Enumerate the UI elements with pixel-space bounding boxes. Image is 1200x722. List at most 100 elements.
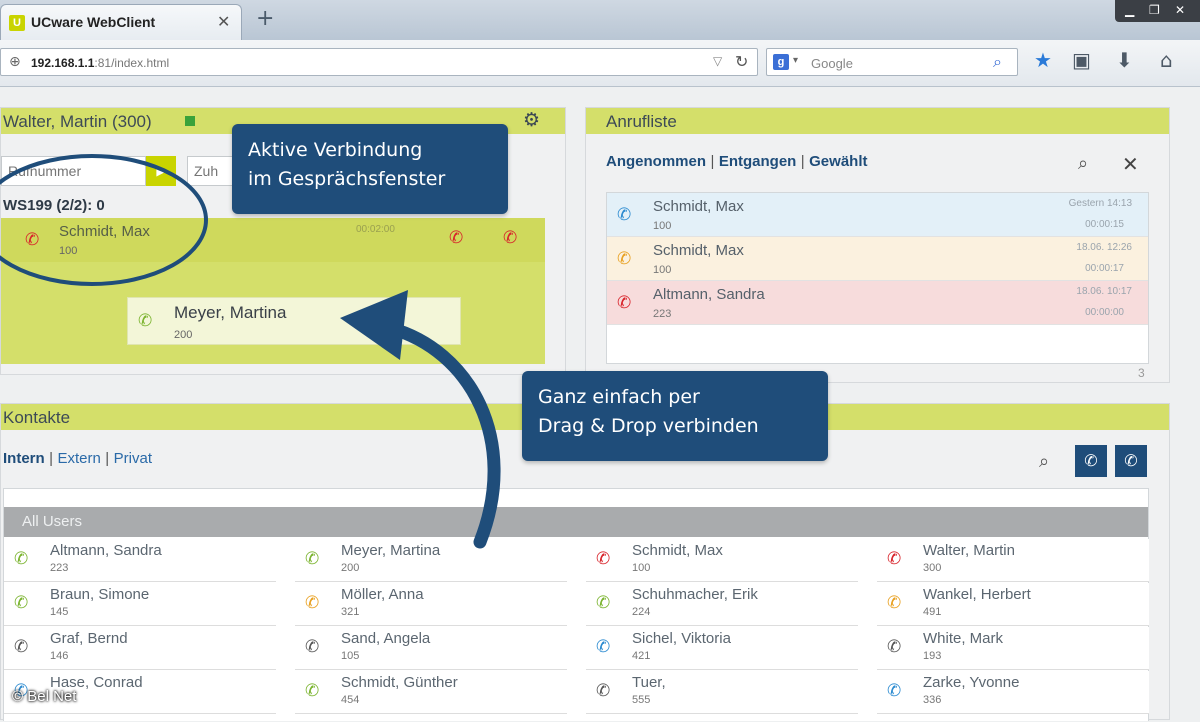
contact-name: Zarke, Yvonne [923, 674, 1020, 691]
active-call-duration: 00:02:00 [356, 224, 395, 235]
highlight-ellipse [0, 154, 208, 286]
contact-item[interactable]: ✆ Wankel, Herbert 491 [877, 583, 1149, 626]
call-log-row[interactable]: ✆ Altmann, Sandra 223 18.06. 10:17 00:00… [607, 281, 1148, 325]
contact-item[interactable]: ✆ Möller, Anna 321 [295, 583, 567, 626]
search-icon[interactable]: ⌕ [1039, 451, 1049, 472]
contact-name: Sichel, Viktoria [632, 630, 731, 647]
reload-icon[interactable]: ↻ [735, 52, 748, 71]
globe-icon: ⊕ [9, 54, 21, 70]
filter-separator: | [800, 153, 805, 170]
search-engine-dropdown-icon[interactable]: ▾ [793, 55, 798, 66]
hangup-icon[interactable]: ✆ [449, 228, 463, 248]
close-icon[interactable]: ✕ [1122, 152, 1139, 176]
bookmark-star-icon[interactable]: ★ [1034, 48, 1052, 72]
outgoing-call-icon: ✆ [617, 249, 632, 269]
presence-status-icon [185, 116, 195, 126]
contact-item[interactable]: ✆ Graf, Bernd 146 [4, 627, 276, 670]
callout-line: Drag & Drop verbinden [538, 415, 759, 437]
filter-missed[interactable]: Entgangen [719, 153, 797, 170]
log-time: 18.06. 10:17 [1076, 286, 1132, 297]
contact-name: Schmidt, Max [632, 542, 723, 559]
contact-item[interactable]: ✆ Walter, Martin 300 [877, 539, 1149, 582]
contact-number: 421 [632, 650, 651, 662]
contact-item[interactable]: ✆ Tuer, 555 [586, 671, 858, 714]
filter-extern[interactable]: Extern [57, 450, 100, 467]
close-tab-icon[interactable]: ✕ [217, 12, 230, 31]
contact-name: Braun, Simone [50, 586, 150, 603]
phone-status-icon: ✆ [887, 637, 902, 657]
search-icon[interactable]: ⌕ [1078, 153, 1088, 174]
contact-number: 146 [50, 650, 69, 662]
log-number: 223 [653, 308, 672, 320]
call-log-row[interactable]: ✆ Schmidt, Max 100 Gestern 14:13 00:00:1… [607, 193, 1148, 237]
phone-status-icon: ✆ [14, 637, 29, 657]
url-bar[interactable]: ⊕ 192.168.1.1:81/index.html ▽ ↻ [0, 48, 758, 76]
url-path: :81/index.html [94, 56, 170, 70]
new-tab-button[interactable]: + [256, 6, 274, 31]
contact-number: 454 [341, 694, 360, 706]
dropdown-arrow-icon[interactable]: ▽ [713, 54, 722, 68]
contact-number: 145 [50, 606, 69, 618]
call-transfer-button[interactable]: ✆ [1115, 445, 1147, 477]
filter-dialed[interactable]: Gewählt [809, 153, 867, 170]
phone-status-icon: ✆ [596, 637, 611, 657]
group-header[interactable]: All Users [4, 507, 1148, 537]
watermark: © Bel Net [12, 688, 77, 705]
browser-tab-bar: U UCware WebClient ✕ + ▁ ❐ ✕ [0, 0, 1200, 40]
contact-item[interactable]: ✆ White, Mark 193 [877, 627, 1149, 670]
call-log-panel: Anrufliste Angenommen | Entgangen | Gewä… [585, 107, 1170, 383]
filter-privat[interactable]: Privat [114, 450, 152, 467]
log-time: 18.06. 12:26 [1076, 242, 1132, 253]
contact-item[interactable]: ✆ Schuhmacher, Erik 224 [586, 583, 858, 626]
contact-name: White, Mark [923, 630, 1004, 647]
contact-number: 105 [341, 650, 360, 662]
gear-icon[interactable]: ⚙ [523, 109, 540, 131]
clipboard-icon[interactable]: ▣ [1072, 48, 1091, 72]
contact-name: Altmann, Sandra [50, 542, 162, 559]
contact-item[interactable]: ✆ Sand, Angela 105 [295, 627, 567, 670]
filter-intern[interactable]: Intern [3, 450, 45, 467]
log-duration: 00:00:00 [1085, 307, 1124, 318]
contact-number: 491 [923, 606, 942, 618]
ucware-favicon-icon: U [9, 15, 25, 31]
url-text[interactable]: 192.168.1.1:81/index.html [31, 56, 169, 70]
log-number: 100 [653, 220, 672, 232]
call-log-row[interactable]: ✆ Schmidt, Max 100 18.06. 12:26 00:00:17 [607, 237, 1148, 281]
browser-search-box[interactable]: g ▾ Google ⌕ [766, 48, 1018, 76]
contact-item[interactable]: ✆ Zarke, Yvonne 336 [877, 671, 1149, 714]
contacts-filter-bar: Intern | Extern | Privat [3, 450, 152, 468]
contact-item[interactable]: ✆ Braun, Simone 145 [4, 583, 276, 626]
phone-status-icon: ✆ [887, 593, 902, 613]
phone-status-icon: ✆ [596, 681, 611, 701]
search-placeholder: Google [811, 56, 853, 71]
home-icon[interactable]: ⌂ [1160, 48, 1173, 72]
phone-status-icon: ✆ [305, 593, 320, 613]
contact-item[interactable]: ✆ Altmann, Sandra 223 [4, 539, 276, 582]
contact-item[interactable]: ✆ Schmidt, Max 100 [586, 539, 858, 582]
callout-drag-drop: Ganz einfach per Drag & Drop verbinden [522, 371, 828, 461]
browser-tab[interactable]: U UCware WebClient ✕ [0, 4, 242, 40]
phone-status-icon: ✆ [596, 549, 611, 569]
log-name: Altmann, Sandra [653, 286, 765, 303]
window-close-icon[interactable]: ✕ [1175, 3, 1185, 17]
log-duration: 00:00:15 [1085, 219, 1124, 230]
contact-number: 555 [632, 694, 651, 706]
maximize-icon[interactable]: ❐ [1149, 3, 1160, 17]
contact-name: Sand, Angela [341, 630, 431, 647]
callout-line: im Gesprächsfenster [248, 168, 446, 190]
log-time: Gestern 14:13 [1068, 198, 1132, 209]
download-icon[interactable]: ⬇ [1116, 48, 1133, 72]
minimize-icon[interactable]: ▁ [1125, 3, 1134, 17]
hold-call-icon[interactable]: ✆ [503, 228, 517, 248]
filter-received[interactable]: Angenommen [606, 153, 706, 170]
user-panel-title: Walter, Martin (300) [3, 112, 152, 131]
contact-item[interactable]: ✆ Schmidt, Günther 454 [295, 671, 567, 714]
contact-number: 321 [341, 606, 360, 618]
call-log-title: Anrufliste [606, 112, 677, 131]
google-icon[interactable]: g [773, 54, 789, 70]
call-forward-button[interactable]: ✆ [1075, 445, 1107, 477]
search-icon[interactable]: ⌕ [993, 52, 1002, 72]
contact-item[interactable]: ✆ Sichel, Viktoria 421 [586, 627, 858, 670]
contact-name: Graf, Bernd [50, 630, 128, 647]
contact-name: Möller, Anna [341, 586, 424, 603]
